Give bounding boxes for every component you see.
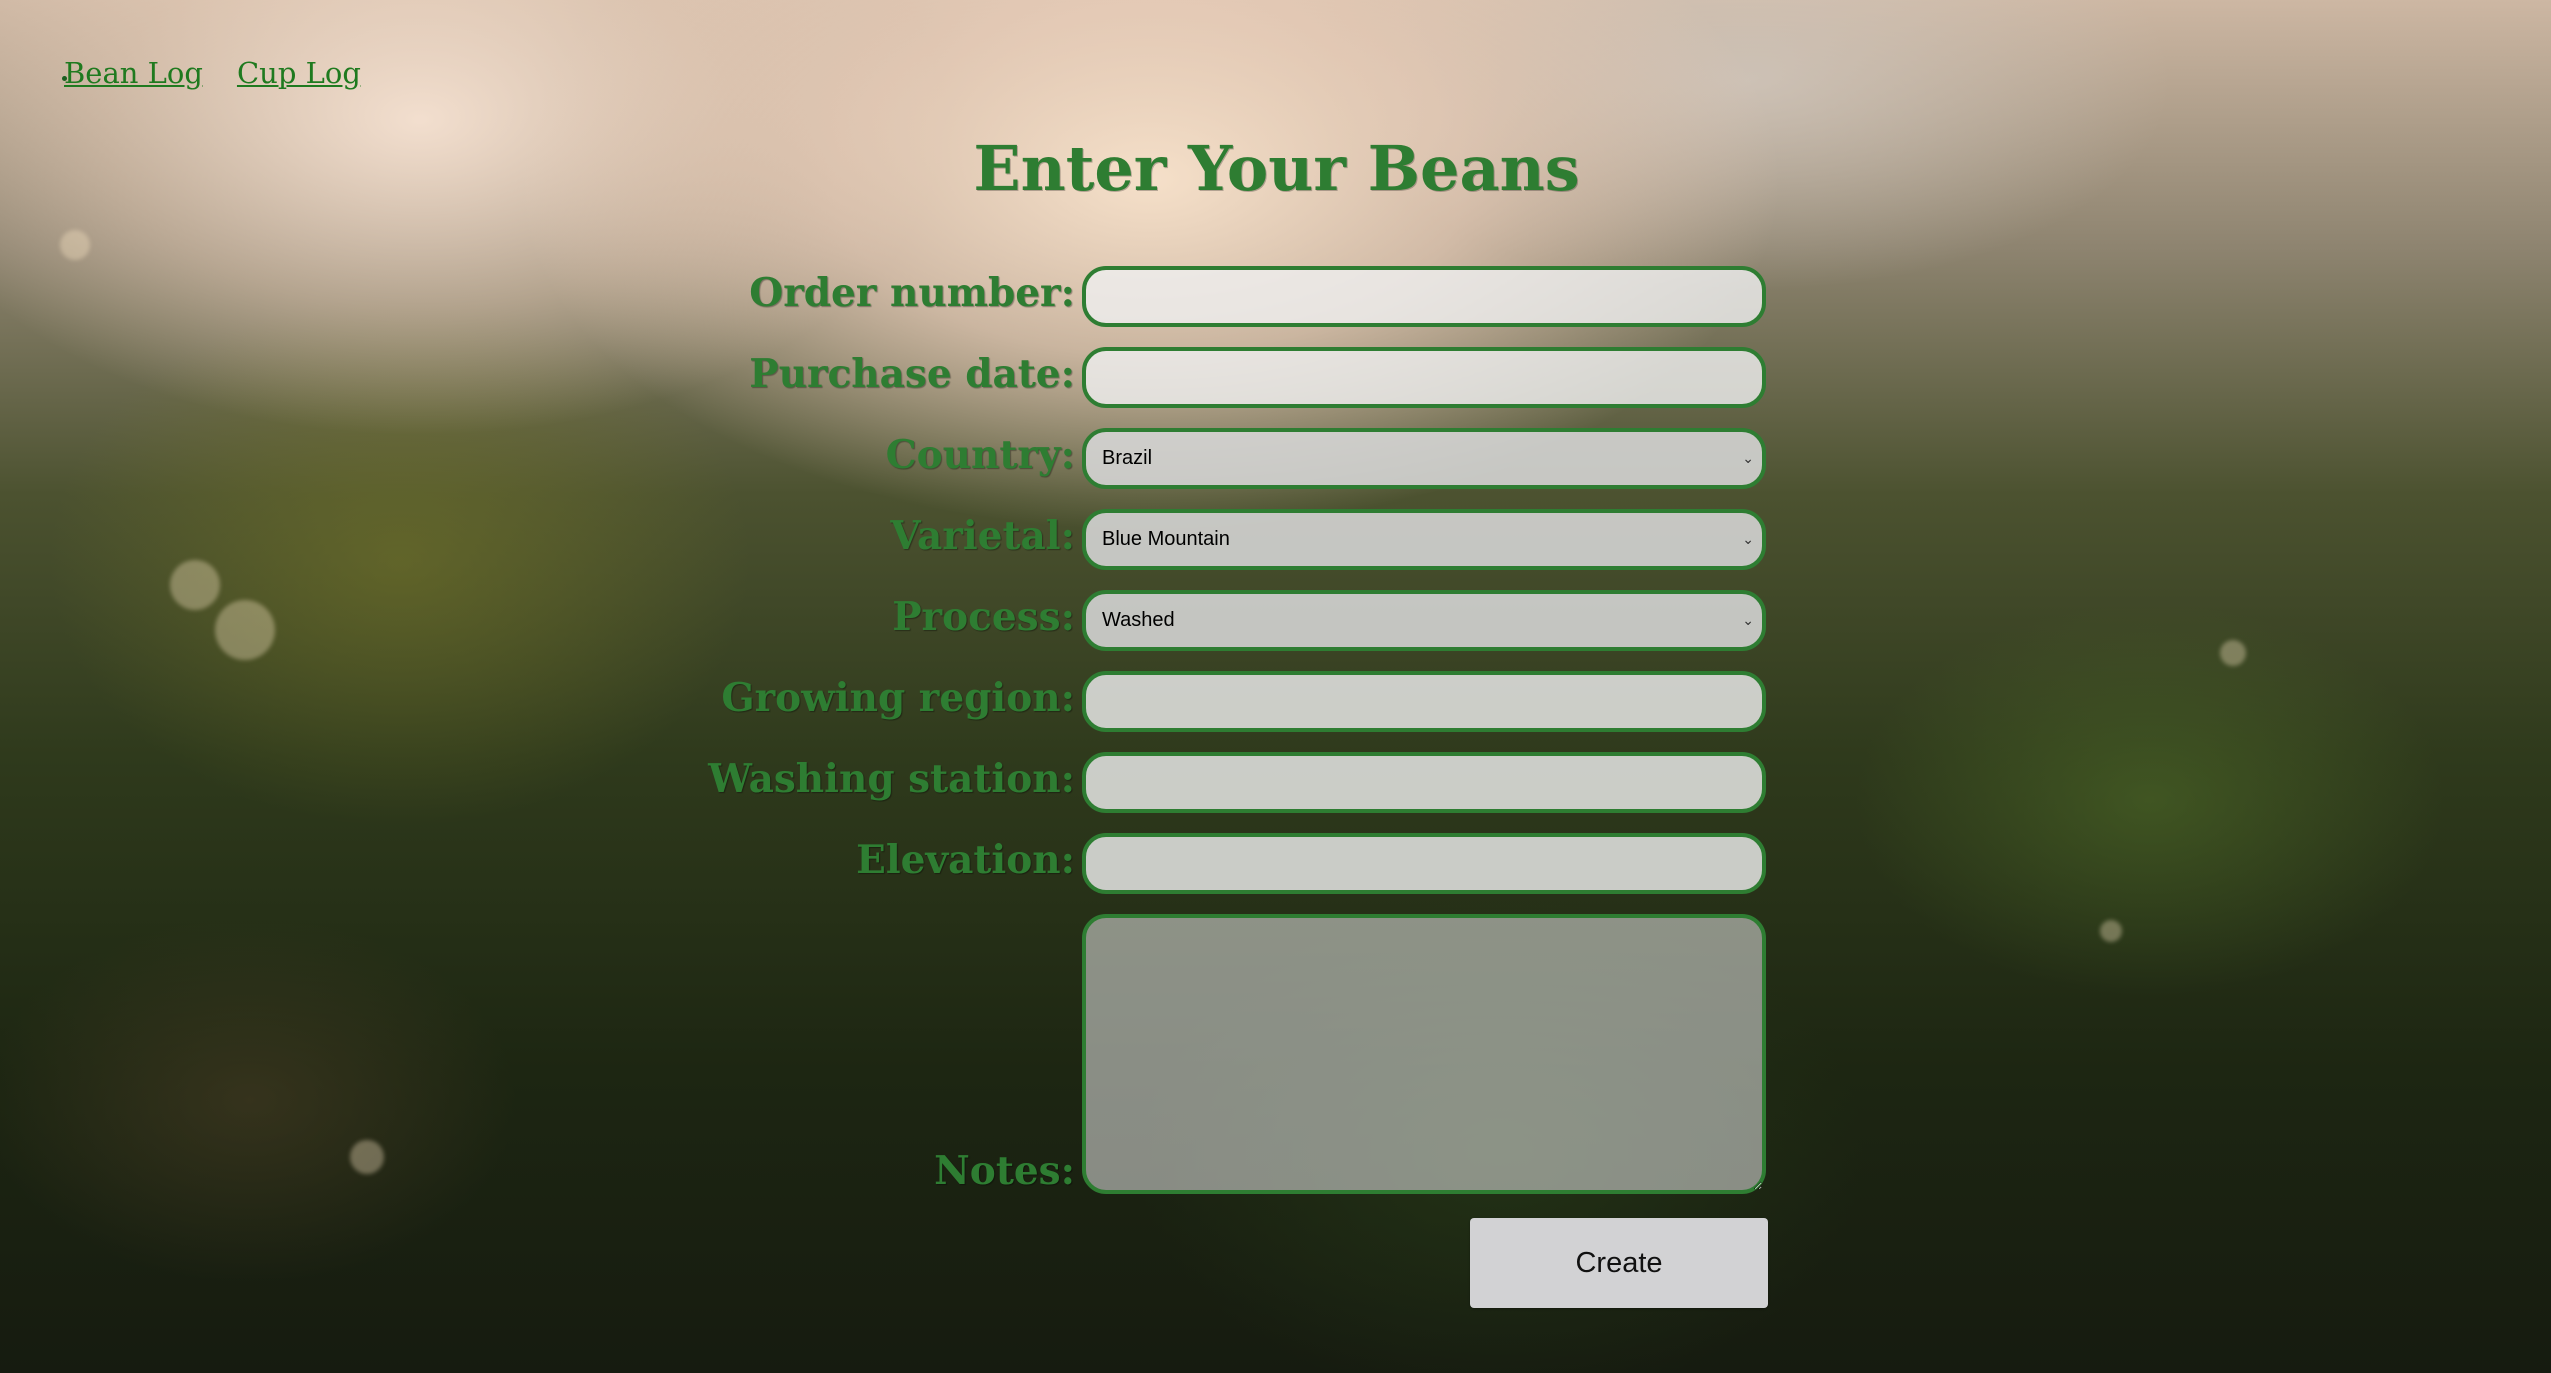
form-row-washing-station: Washing station: <box>0 752 2551 816</box>
country-selected-value: Brazil <box>1102 447 1153 469</box>
purchase-date-label: Purchase date: <box>749 351 1075 397</box>
varietal-select[interactable]: Blue Mountain ⌄ <box>1082 509 1766 570</box>
chevron-down-icon: ⌄ <box>1742 612 1754 629</box>
notes-textarea[interactable] <box>1082 914 1766 1194</box>
varietal-selected-value: Blue Mountain <box>1102 528 1230 550</box>
country-label: Country: <box>885 432 1075 478</box>
chevron-down-icon: ⌄ <box>1742 531 1754 548</box>
growing-region-input[interactable] <box>1082 671 1766 732</box>
form-row-purchase-date: Purchase date: <box>0 347 2551 411</box>
page-title: Enter Your Beans <box>0 132 2551 205</box>
form-row-order-number: Order number: <box>0 266 2551 330</box>
background-bokeh <box>60 230 90 260</box>
notes-label: Notes: <box>934 1148 1075 1194</box>
order-number-label: Order number: <box>749 270 1075 316</box>
chevron-down-icon: ⌄ <box>1742 450 1754 467</box>
order-number-input[interactable] <box>1082 266 1766 327</box>
elevation-label: Elevation: <box>856 837 1075 883</box>
process-selected-value: Washed <box>1102 609 1175 631</box>
form-row-country: Country: Brazil ⌄ <box>0 428 2551 492</box>
form-row-varietal: Varietal: Blue Mountain ⌄ <box>0 509 2551 573</box>
form-row-process: Process: Washed ⌄ <box>0 590 2551 654</box>
nav-link-cup-log[interactable]: Cup Log <box>237 56 361 90</box>
bullet-icon <box>62 76 67 81</box>
nav-list-item: Bean Log Cup Log <box>62 56 361 90</box>
form-row-notes: Notes: <box>0 914 2551 1198</box>
page-title-text: Enter Your Beans <box>973 132 1580 205</box>
washing-station-input[interactable] <box>1082 752 1766 813</box>
process-label: Process: <box>892 594 1075 640</box>
create-button[interactable]: Create <box>1470 1218 1768 1308</box>
nav-list: Bean Log Cup Log <box>40 56 361 90</box>
process-select[interactable]: Washed ⌄ <box>1082 590 1766 651</box>
country-select[interactable]: Brazil ⌄ <box>1082 428 1766 489</box>
washing-station-label: Washing station: <box>708 756 1075 802</box>
purchase-date-input[interactable] <box>1082 347 1766 408</box>
elevation-input[interactable] <box>1082 833 1766 894</box>
form-row-growing-region: Growing region: <box>0 671 2551 735</box>
varietal-label: Varietal: <box>890 513 1075 559</box>
form-row-elevation: Elevation: <box>0 833 2551 897</box>
top-navigation: Bean Log Cup Log <box>40 56 361 90</box>
nav-link-bean-log[interactable]: Bean Log <box>64 56 203 90</box>
growing-region-label: Growing region: <box>721 675 1075 721</box>
